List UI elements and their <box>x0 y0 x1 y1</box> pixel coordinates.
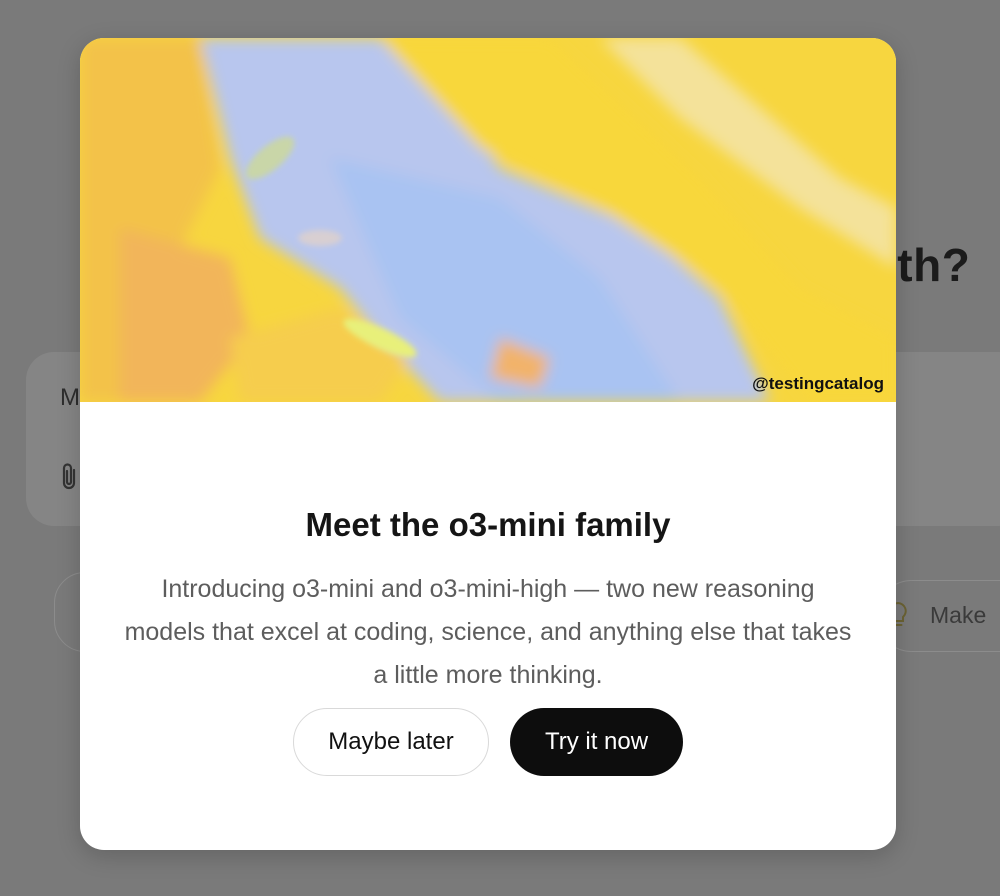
maybe-later-button[interactable]: Maybe later <box>293 708 489 776</box>
hero-image: @testingcatalog <box>80 38 896 402</box>
abstract-paint-artwork <box>80 38 896 402</box>
modal-title: Meet the o3-mini family <box>305 506 671 543</box>
paperclip-icon <box>62 463 76 490</box>
composer-placeholder: M <box>60 384 80 411</box>
page-heading: ith? <box>884 239 971 291</box>
suggestion-chip-label: Make <box>930 602 987 628</box>
image-credit: @testingcatalog <box>752 374 884 393</box>
modal-description: Introducing o3-mini and o3-mini-high — t… <box>124 575 852 689</box>
announcement-modal: @testingcatalog Meet the o3-mini family … <box>80 38 896 850</box>
try-it-now-button[interactable]: Try it now <box>510 708 683 776</box>
